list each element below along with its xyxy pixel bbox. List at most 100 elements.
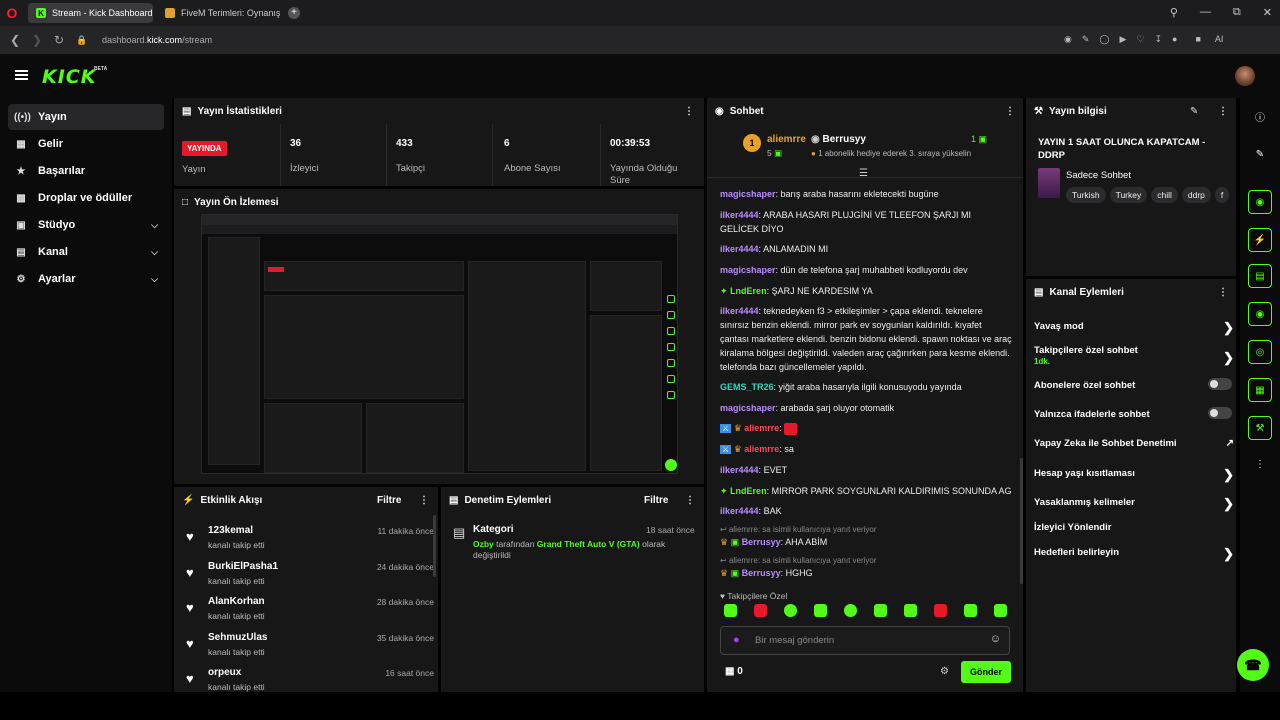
tag[interactable]: Turkey <box>1109 187 1148 203</box>
chat-username[interactable]: ilker4444 <box>720 244 759 254</box>
more-options-icon[interactable]: ⋮ <box>1248 452 1272 476</box>
emote-icon[interactable] <box>754 604 767 617</box>
emote-icon[interactable] <box>934 604 947 617</box>
emote-icon[interactable] <box>904 604 917 617</box>
emote-icon[interactable] <box>814 604 827 617</box>
tag[interactable]: ddrp <box>1181 187 1211 203</box>
action-banned-words[interactable]: Yasaklanmış kelimeler ❯ <box>1034 496 1234 511</box>
profile-icon[interactable]: ● <box>1172 34 1177 45</box>
chat-settings-icon[interactable]: ⚙ <box>940 666 949 677</box>
camera-icon[interactable]: ◉ <box>1064 34 1072 45</box>
category-thumbnail[interactable] <box>1038 168 1060 198</box>
chat-username[interactable]: LndEren <box>730 286 767 296</box>
emote-icon[interactable] <box>964 604 977 617</box>
chat-username[interactable]: magicshaper <box>720 403 776 413</box>
cube-icon[interactable]: ■ <box>1195 34 1200 45</box>
pin-toggle-icon[interactable]: ☰ <box>859 168 868 179</box>
tag[interactable]: f <box>1214 187 1230 203</box>
capture-icon[interactable]: ◉ <box>1248 190 1272 214</box>
url-text[interactable]: dashboard.kick.com/stream <box>102 35 212 45</box>
emoji-icon[interactable]: ☺ <box>990 633 1001 645</box>
emote-icon[interactable] <box>874 604 887 617</box>
send-icon[interactable]: ▶ <box>1119 34 1126 45</box>
moderation-filter-button[interactable]: Filtre <box>644 495 668 506</box>
chat-icon[interactable]: ◉ <box>1248 302 1272 326</box>
activity-scrollbar[interactable] <box>433 515 436 577</box>
activity-user[interactable]: AlanKorhan <box>208 596 265 607</box>
download-icon[interactable]: ↧ <box>1154 34 1162 45</box>
kick-logo[interactable]: KICK <box>42 66 96 88</box>
ai-button[interactable]: AI <box>1215 34 1224 45</box>
minimize-icon[interactable]: — <box>1200 6 1211 19</box>
chat-username[interactable]: Berrusyy <box>742 568 781 578</box>
new-tab-icon[interactable]: + <box>288 7 300 19</box>
chat-username[interactable]: ilker4444 <box>720 210 759 220</box>
chat-username[interactable]: Berrusyy <box>742 537 781 547</box>
more-icon[interactable]: ⋮ <box>1218 106 1228 117</box>
chat-username[interactable]: GEMS_TR26 <box>720 382 774 392</box>
activity-user[interactable]: SehmuzUlas <box>208 632 267 643</box>
microphone-icon[interactable]: ● <box>733 634 740 646</box>
search-tabs-icon[interactable]: ⚲ <box>1170 6 1178 19</box>
activity-user[interactable]: 123kemal <box>208 525 253 536</box>
chat-username[interactable]: LndEren <box>730 486 767 496</box>
chat-username[interactable]: aliemrre <box>744 444 779 454</box>
emote-icon[interactable] <box>994 604 1007 617</box>
sidebar-item-studyo[interactable]: ▣ Stüdyo ⌵ <box>8 212 164 238</box>
edit-icon[interactable]: ✎ <box>1190 106 1198 117</box>
more-icon[interactable]: ⋮ <box>1218 287 1228 298</box>
browser-tab-kick[interactable]: K Stream - Kick Dashboard <box>28 3 153 23</box>
chat-username[interactable]: aliemrre <box>744 423 779 433</box>
toggle-switch[interactable] <box>1208 407 1232 419</box>
chat-username[interactable]: ilker4444 <box>720 465 759 475</box>
chat-scrollbar[interactable] <box>1020 458 1023 584</box>
action-subscribers-only[interactable]: Abonelere özel sohbet <box>1034 378 1232 391</box>
action-ai-moderation[interactable]: Yapay Zeka ile Sohbet Denetimi ↗ <box>1034 438 1234 449</box>
chat-input[interactable]: ● Bir mesaj gönderin ☺ <box>720 626 1010 655</box>
sidebar-item-ayarlar[interactable]: ⚙ Ayarlar ⌵ <box>8 266 164 292</box>
action-account-age[interactable]: Hesap yaşı kısıtlaması ❯ <box>1034 467 1234 482</box>
emote-icon[interactable] <box>844 604 857 617</box>
browser-tab-fivem[interactable]: FiveM Terimleri: Oynanış R <box>157 3 282 23</box>
leader-name[interactable]: aliemrre <box>767 134 806 145</box>
activity-user[interactable]: BurkiElPasha1 <box>208 561 278 572</box>
tag[interactable]: Turkish <box>1066 187 1106 203</box>
heart-icon[interactable]: ♡ <box>1136 34 1144 45</box>
info-icon[interactable]: ⓘ <box>1248 104 1272 128</box>
broadcast-icon[interactable]: ◎ <box>1248 340 1272 364</box>
reload-icon[interactable]: ↻ <box>54 33 66 47</box>
activity-user[interactable]: orpeux <box>208 667 241 678</box>
action-goals[interactable]: Hedefleri belirleyin ❯ <box>1034 546 1234 561</box>
chat-username[interactable]: ilker4444 <box>720 306 759 316</box>
sidebar-item-yayin[interactable]: ((•)) Yayın <box>8 104 164 130</box>
chat-username[interactable]: ilker4444 <box>720 506 759 516</box>
emote-icon[interactable] <box>784 604 797 617</box>
sidebar-item-gelir[interactable]: ▦ Gelir <box>8 131 164 157</box>
opera-logo-icon[interactable]: O <box>0 0 24 26</box>
chat-username[interactable]: magicshaper <box>720 189 776 199</box>
action-followers-only[interactable]: Takipçilere özel sohbet ❯ 1dk. <box>1034 345 1234 366</box>
stream-preview-video[interactable] <box>201 214 678 474</box>
sidebar-item-droplar[interactable]: ▩ Droplar ve ödüller <box>8 185 164 211</box>
reply-context[interactable]: ↩ aliemrre: sa isimli kullanıcıya yanıt … <box>720 525 877 534</box>
close-icon[interactable]: ✕ <box>1263 6 1272 19</box>
menu-icon[interactable] <box>15 70 28 80</box>
user-avatar[interactable] <box>1235 66 1255 86</box>
action-slow-mode[interactable]: Yavaş mod ❯ <box>1034 320 1234 335</box>
action-host[interactable]: İzleyici Yönlendir <box>1034 522 1230 533</box>
document-icon[interactable]: ▤ <box>1248 264 1272 288</box>
pencil-icon[interactable]: ✎ <box>1248 142 1272 166</box>
maximize-icon[interactable]: ⧉ <box>1233 6 1241 19</box>
category-name[interactable]: Sadece Sohbet <box>1066 170 1131 181</box>
sidebar-item-basarilar[interactable]: ★ Başarılar <box>8 158 164 184</box>
more-icon[interactable]: ⋮ <box>419 495 429 506</box>
bolt-icon[interactable]: ⚡ <box>1248 228 1272 252</box>
moderation-game[interactable]: Grand Theft Auto V (GTA) <box>537 539 640 549</box>
more-icon[interactable]: ⋮ <box>685 495 695 506</box>
more-icon[interactable]: ⋮ <box>1005 106 1015 117</box>
shield-icon[interactable]: ◯ <box>1099 34 1109 45</box>
sidebar-item-kanal[interactable]: ▤ Kanal ⌵ <box>8 239 164 265</box>
moderation-user[interactable]: Ozby <box>473 539 494 549</box>
reply-context[interactable]: ↩ aliemrre: sa isimli kullanıcıya yanıt … <box>720 556 877 565</box>
wrench-icon[interactable]: ⚒ <box>1248 416 1272 440</box>
